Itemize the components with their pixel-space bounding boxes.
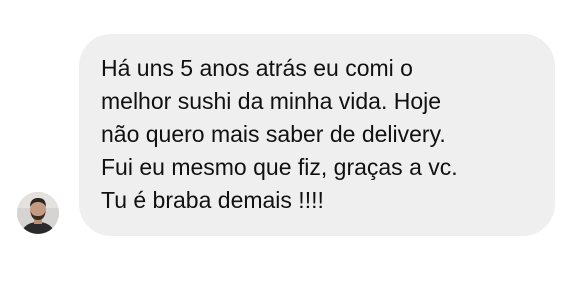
message-text-line: Tu é braba demais !!!! <box>101 187 324 213</box>
incoming-message-row: Há uns 5 anos atrás eu comi o melhor sus… <box>0 0 570 282</box>
message-text-line: não quero mais saber de delivery. <box>101 121 446 147</box>
message-bubble[interactable]: Há uns 5 anos atrás eu comi o melhor sus… <box>79 34 555 236</box>
message-text-line: Há uns 5 anos atrás eu comi o <box>101 55 413 81</box>
message-text-line: Fui eu mesmo que fiz, graças a vc. <box>101 154 458 180</box>
sender-avatar[interactable] <box>17 192 59 234</box>
avatar-photo-icon <box>17 192 59 234</box>
message-text-line: melhor sushi da minha vida. Hoje <box>101 88 442 114</box>
